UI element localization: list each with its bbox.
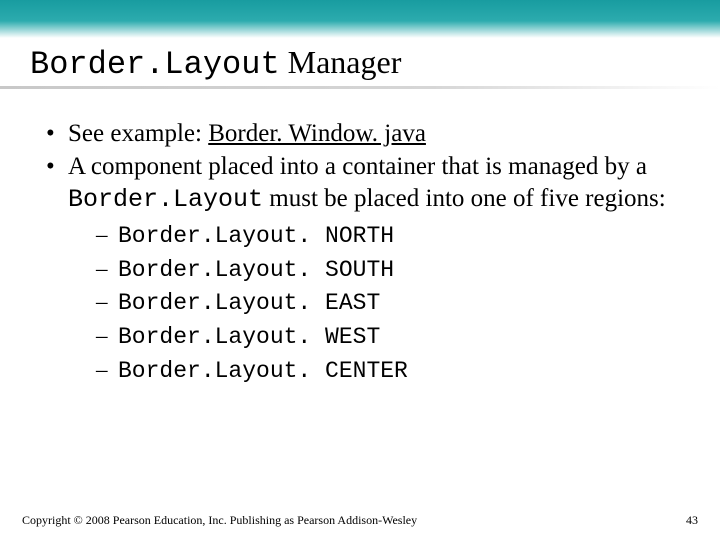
title-underline — [0, 86, 720, 89]
region-item: Border.Layout. CENTER — [96, 356, 676, 386]
region-code: Border.Layout. EAST — [118, 290, 380, 316]
region-code: Border.Layout. WEST — [118, 324, 380, 350]
slide: Border.Layout Manager See example: Borde… — [0, 0, 720, 540]
title-code-part: Border.Layout — [30, 46, 280, 83]
page-number: 43 — [686, 513, 698, 528]
slide-title: Border.Layout Manager — [30, 44, 401, 83]
footer: Copyright © 2008 Pearson Education, Inc.… — [22, 513, 698, 528]
region-code: Border.Layout. SOUTH — [118, 257, 394, 283]
region-item: Border.Layout. WEST — [96, 322, 676, 352]
header-gradient — [0, 0, 720, 38]
bullet2-part2: must be placed into one of five regions: — [263, 185, 666, 212]
region-code: Border.Layout. CENTER — [118, 358, 408, 384]
bullet-item-2: A component placed into a container that… — [44, 151, 676, 385]
bullet2-code: Border.Layout — [68, 185, 263, 214]
content-area: See example: Border. Window. java A comp… — [44, 118, 676, 390]
region-code: Border.Layout. NORTH — [118, 223, 394, 249]
region-item: Border.Layout. NORTH — [96, 221, 676, 251]
region-item: Border.Layout. EAST — [96, 288, 676, 318]
region-list: Border.Layout. NORTH Border.Layout. SOUT… — [68, 221, 676, 386]
bullet-item-1: See example: Border. Window. java — [44, 118, 676, 149]
example-link[interactable]: Border. Window. java — [208, 120, 426, 147]
region-item: Border.Layout. SOUTH — [96, 255, 676, 285]
bullet1-prefix: See example: — [68, 120, 208, 147]
bullet2-part1: A component placed into a container that… — [68, 153, 647, 180]
copyright-text: Copyright © 2008 Pearson Education, Inc.… — [22, 513, 417, 528]
title-text-part: Manager — [280, 44, 402, 80]
bullet-list: See example: Border. Window. java A comp… — [44, 118, 676, 386]
